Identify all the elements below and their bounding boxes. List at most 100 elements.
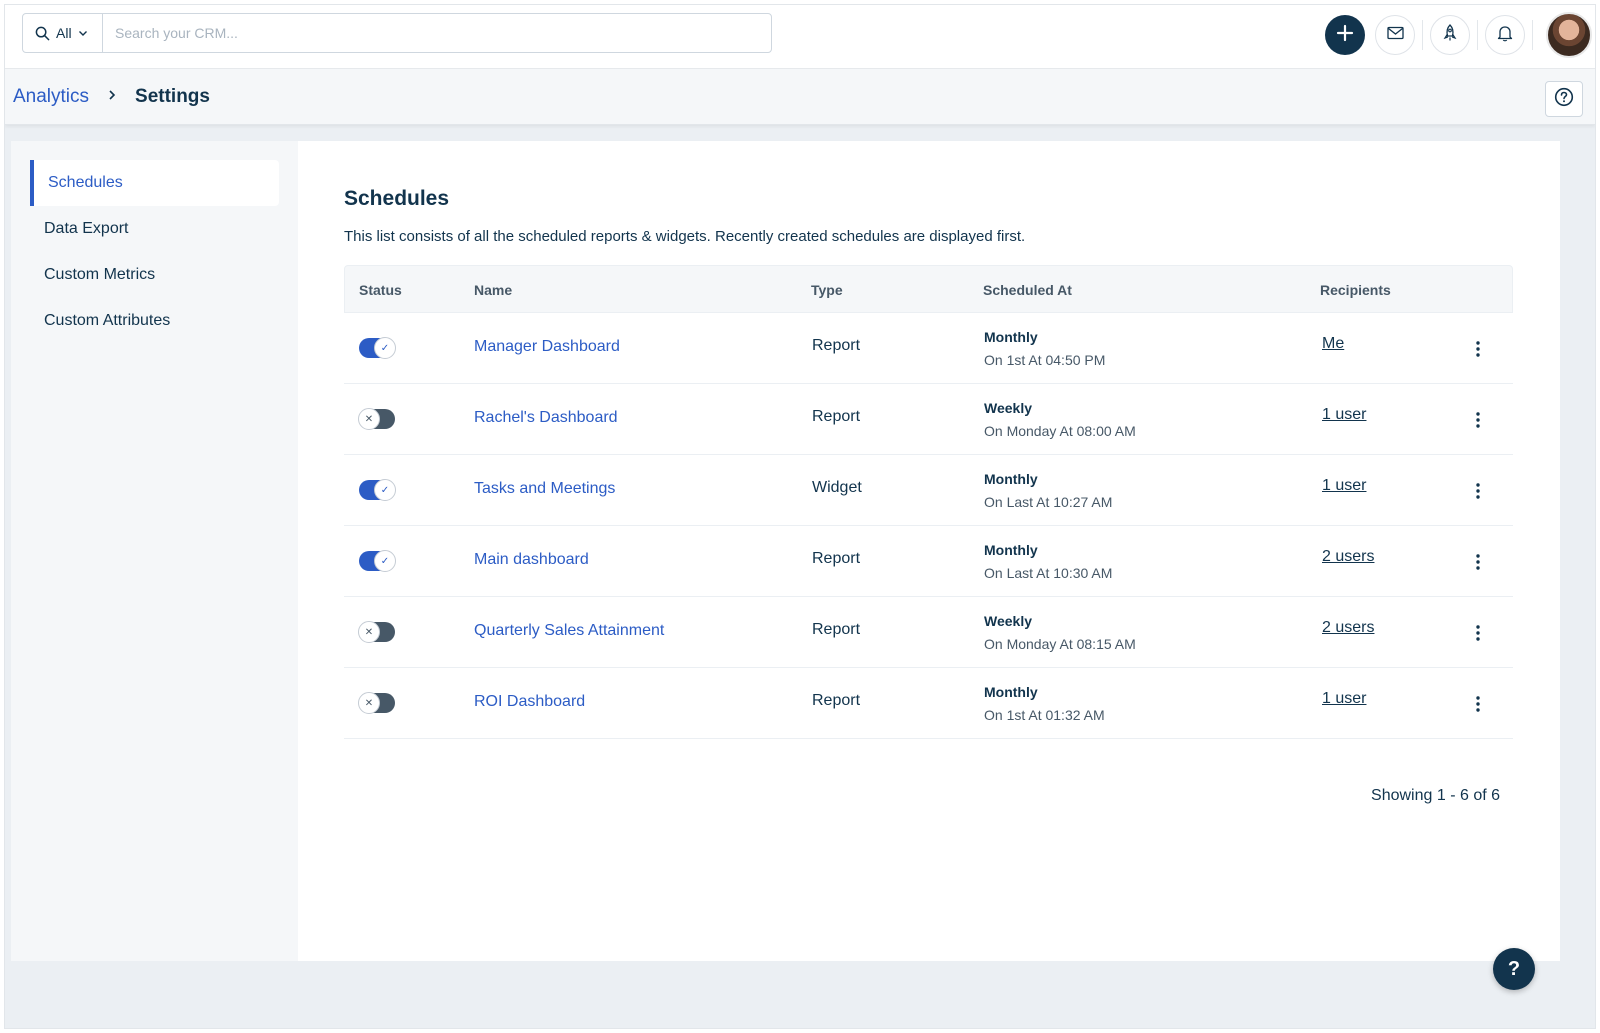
schedule-frequency: Weekly — [984, 400, 1032, 416]
schedule-type: Report — [812, 692, 861, 709]
schedule-time: On Last At 10:27 AM — [984, 494, 1113, 510]
status-toggle[interactable]: ✕ — [358, 692, 395, 714]
recipients-link[interactable]: Me — [1322, 335, 1344, 353]
question-mark-icon: ? — [1507, 957, 1521, 980]
more-options-icon[interactable] — [1464, 619, 1492, 647]
table-row: ✓ Manager Dashboard Report Monthly On 1s… — [344, 313, 1513, 384]
schedule-type: Widget — [812, 479, 862, 496]
more-options-icon[interactable] — [1464, 335, 1492, 363]
breadcrumb: Analytics Settings — [13, 86, 210, 108]
page-title: Settings — [135, 86, 210, 107]
table-header: Status Name Type Scheduled At Recipients — [344, 265, 1513, 313]
schedule-frequency: Monthly — [984, 471, 1038, 487]
sidebar-item-data-export[interactable]: Data Export — [30, 206, 279, 252]
recipients-link[interactable]: 1 user — [1322, 690, 1366, 708]
check-icon: ✓ — [380, 342, 390, 354]
schedule-type: Report — [812, 621, 861, 638]
sidebar-item-custom-attributes[interactable]: Custom Attributes — [30, 298, 279, 344]
help-button[interactable] — [1545, 81, 1583, 117]
search-icon — [35, 26, 50, 41]
schedule-type: Report — [812, 550, 861, 567]
more-options-icon[interactable] — [1464, 406, 1492, 434]
sidebar-item-label: Custom Metrics — [44, 266, 156, 283]
schedule-frequency: Monthly — [984, 329, 1038, 345]
schedule-name-link[interactable]: ROI Dashboard — [474, 693, 585, 711]
status-toggle[interactable]: ✓ — [359, 550, 396, 572]
chevron-down-icon — [78, 28, 88, 38]
x-icon: ✕ — [364, 413, 374, 425]
chevron-right-icon — [107, 88, 117, 106]
status-toggle[interactable]: ✓ — [359, 337, 396, 359]
column-header-status: Status — [359, 282, 402, 298]
schedule-time: On Last At 10:30 AM — [984, 565, 1113, 581]
search-input[interactable] — [103, 14, 771, 52]
sidebar-item-schedules[interactable]: Schedules — [30, 160, 279, 206]
column-header-recipients: Recipients — [1320, 282, 1391, 298]
status-toggle[interactable]: ✓ — [359, 479, 396, 501]
schedule-frequency: Monthly — [984, 684, 1038, 700]
table-row: ✕ Rachel's Dashboard Report Weekly On Mo… — [344, 384, 1513, 455]
more-options-icon[interactable] — [1464, 548, 1492, 576]
sidebar-item-label: Custom Attributes — [44, 312, 171, 329]
plus-icon — [1336, 24, 1354, 47]
notifications-button[interactable] — [1485, 15, 1525, 55]
add-button[interactable] — [1325, 15, 1365, 55]
schedule-name-link[interactable]: Main dashboard — [474, 551, 589, 569]
table-row: ✕ ROI Dashboard Report Monthly On 1st At… — [344, 668, 1513, 739]
column-header-type: Type — [811, 282, 843, 298]
column-header-scheduled-at: Scheduled At — [983, 282, 1072, 298]
table-row: ✓ Tasks and Meetings Widget Monthly On L… — [344, 455, 1513, 526]
bell-icon — [1497, 24, 1513, 47]
status-toggle[interactable]: ✕ — [358, 621, 395, 643]
check-icon: ✓ — [380, 555, 390, 567]
x-icon: ✕ — [364, 626, 374, 638]
divider — [1477, 20, 1478, 50]
schedule-name-link[interactable]: Rachel's Dashboard — [474, 409, 618, 427]
section-description: This list consists of all the scheduled … — [344, 228, 1026, 245]
schedule-time: On Monday At 08:15 AM — [984, 636, 1136, 652]
recipients-link[interactable]: 1 user — [1322, 477, 1366, 495]
schedule-type: Report — [812, 337, 861, 354]
sidebar-item-custom-metrics[interactable]: Custom Metrics — [30, 252, 279, 298]
email-button[interactable] — [1375, 15, 1415, 55]
x-icon: ✕ — [364, 697, 374, 709]
rocket-icon — [1443, 23, 1457, 47]
search-scope-dropdown[interactable]: All — [23, 14, 103, 52]
column-header-name: Name — [474, 282, 513, 298]
top-actions — [1325, 12, 1595, 58]
schedule-frequency: Monthly — [984, 542, 1038, 558]
settings-sidebar: Schedules Data Export Custom Metrics Cus… — [11, 141, 298, 961]
breadcrumb-analytics-link[interactable]: Analytics — [13, 86, 89, 108]
recipients-link[interactable]: 2 users — [1322, 548, 1374, 566]
status-toggle[interactable]: ✕ — [358, 408, 395, 430]
onboarding-button[interactable] — [1430, 15, 1470, 55]
sidebar-item-label: Schedules — [48, 174, 123, 191]
schedule-time: On 1st At 01:32 AM — [984, 707, 1105, 723]
avatar[interactable] — [1546, 12, 1592, 58]
more-options-icon[interactable] — [1464, 690, 1492, 718]
pagination-summary: Showing 1 - 6 of 6 — [1371, 787, 1500, 804]
more-options-icon[interactable] — [1464, 477, 1492, 505]
schedule-name-link[interactable]: Quarterly Sales Attainment — [474, 622, 664, 640]
floating-help-button[interactable]: ? — [1493, 948, 1535, 990]
sidebar-item-label: Data Export — [44, 220, 129, 237]
section-title: Schedules — [344, 187, 450, 210]
schedules-table: Status Name Type Scheduled At Recipients… — [344, 265, 1513, 739]
divider — [1532, 20, 1533, 50]
question-circle-icon — [1554, 87, 1574, 112]
recipients-link[interactable]: 2 users — [1322, 619, 1374, 637]
header-bar: Analytics Settings — [5, 69, 1595, 125]
schedule-frequency: Weekly — [984, 613, 1032, 629]
global-search: All — [22, 13, 772, 53]
recipients-link[interactable]: 1 user — [1322, 406, 1366, 424]
main-panel: Schedules This list consists of all the … — [298, 141, 1560, 961]
schedule-name-link[interactable]: Tasks and Meetings — [474, 480, 615, 498]
schedule-name-link[interactable]: Manager Dashboard — [474, 338, 620, 356]
check-icon: ✓ — [380, 484, 390, 496]
divider — [1422, 20, 1423, 50]
table-row: ✕ Quarterly Sales Attainment Report Week… — [344, 597, 1513, 668]
app-frame: All Search your CRM... Analytics Setting… — [4, 4, 1596, 1029]
search-scope-label: All — [56, 25, 72, 41]
schedule-time: On 1st At 04:50 PM — [984, 352, 1106, 368]
table-row: ✓ Main dashboard Report Monthly On Last … — [344, 526, 1513, 597]
